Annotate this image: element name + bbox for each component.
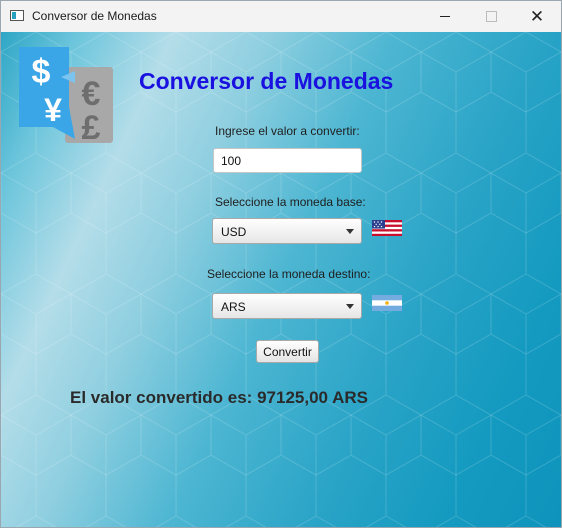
convert-button[interactable]: Convertir <box>256 340 319 363</box>
base-currency-select[interactable]: USD <box>212 218 362 244</box>
base-currency-value: USD <box>221 225 247 239</box>
page-title: Conversor de Monedas <box>139 68 394 94</box>
target-currency-label: Seleccione la moneda destino: <box>207 267 371 281</box>
minimize-button[interactable] <box>422 1 468 32</box>
minimize-icon <box>440 16 450 17</box>
maximize-icon <box>485 11 497 22</box>
title-bar[interactable]: Conversor de Monedas ✕ <box>1 1 561 32</box>
logo-pound-symbol: £ <box>82 109 101 143</box>
amount-input[interactable]: 100 <box>213 148 362 173</box>
logo-euro-symbol: € <box>82 75 101 113</box>
app-icon <box>10 10 24 21</box>
window-title: Conversor de Monedas <box>32 9 157 23</box>
close-icon: ✕ <box>529 6 545 26</box>
argentina-flag-icon <box>372 295 402 311</box>
logo-yen-symbol: ¥ <box>44 92 62 128</box>
target-currency-select[interactable]: ARS <box>212 293 362 319</box>
base-currency-label: Seleccione la moneda base: <box>215 195 366 209</box>
result-value: 97125,00 <box>257 388 328 407</box>
us-flag-icon <box>372 220 402 236</box>
close-button[interactable]: ✕ <box>514 1 560 32</box>
app-window: Conversor de Monedas ✕ $ ¥ € £ Conversor… <box>0 0 562 528</box>
amount-label: Ingrese el valor a convertir: <box>215 124 360 138</box>
logo-dollar-symbol: $ <box>32 53 51 91</box>
result-prefix: El valor convertido es: <box>70 388 253 407</box>
main-panel: $ ¥ € £ Conversor de Monedas Ingrese el … <box>1 32 561 527</box>
result-currency: ARS <box>332 388 368 407</box>
maximize-button[interactable] <box>468 1 514 32</box>
currency-logo-icon: $ ¥ € £ <box>19 47 113 143</box>
chevron-down-icon <box>346 304 354 309</box>
target-currency-value: ARS <box>221 300 246 314</box>
chevron-down-icon <box>346 229 354 234</box>
conversion-result: El valor convertido es: 97125,00 ARS <box>70 388 368 408</box>
